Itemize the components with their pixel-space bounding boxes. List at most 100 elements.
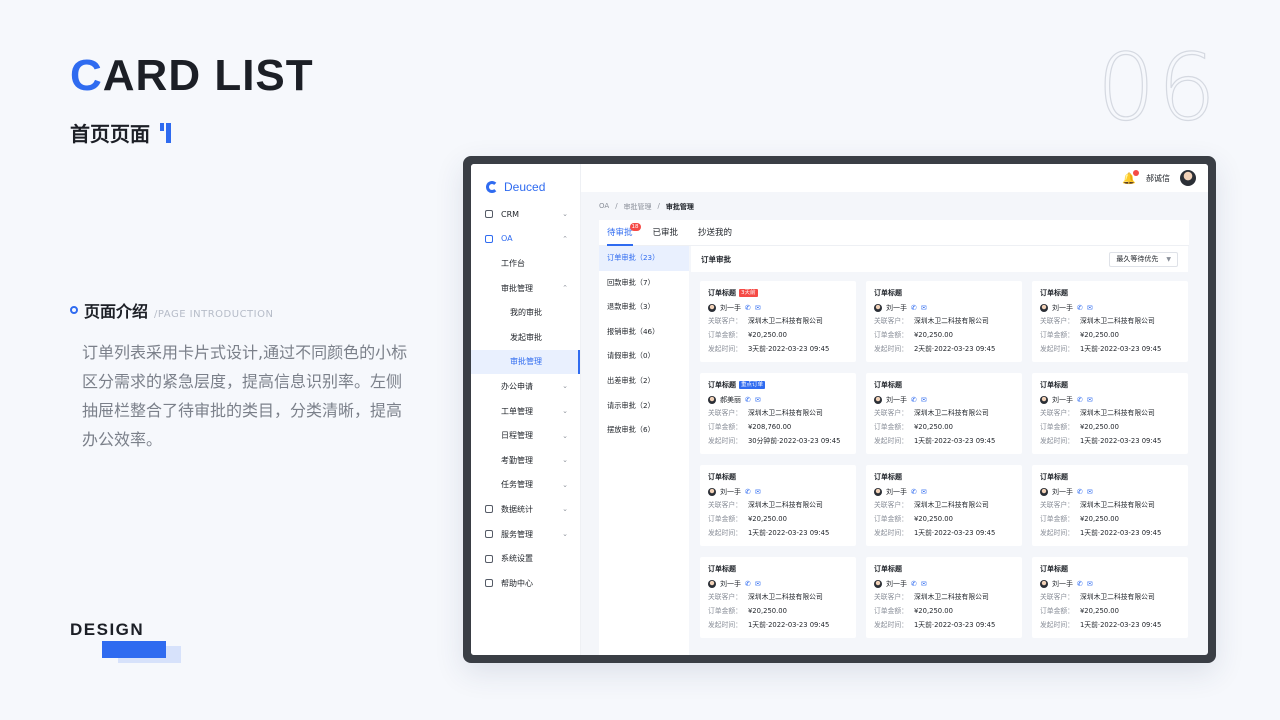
category-list: 订单审批（23） 回款审批（7） 退款审批（3） 报销审批（46） 请假审批（0） 出差审… — [599, 246, 689, 655]
mail-icon[interactable]: ✉ — [921, 396, 927, 404]
sidebar-item[interactable]: 帮助中心 — [471, 571, 580, 596]
card-header: 订单标题 — [874, 564, 1022, 574]
mail-icon[interactable]: ✉ — [1087, 304, 1093, 312]
sidebar-item[interactable]: CRM ⌄ — [471, 202, 580, 227]
sidebar-item[interactable]: OA ⌃ — [471, 227, 580, 252]
breadcrumb-item[interactable]: 审批管理 — [624, 202, 652, 212]
phone-icon[interactable]: ✆ — [911, 396, 917, 404]
field-value: ¥20,250.00 — [747, 515, 787, 523]
person-name: 刘一手 — [720, 580, 741, 588]
order-card[interactable]: 订单标题 刘一手 ✆ ✉ 关联客户： 深圳木卫二科技有限公司 订单金额： ¥20,250.00… — [866, 373, 1022, 454]
category-item[interactable]: 回款审批（7） — [599, 271, 689, 296]
tab-2[interactable]: 抄送我的 — [698, 220, 732, 246]
tab-label: 待审批 — [607, 227, 633, 238]
mail-icon[interactable]: ✉ — [1087, 396, 1093, 404]
order-card[interactable]: 订单标题 刘一手 ✆ ✉ 关联客户： 深圳木卫二科技有限公司 订单金额： ¥20,250.00… — [700, 557, 856, 638]
category-item[interactable]: 请假审批（0） — [599, 344, 689, 369]
category-item[interactable]: 退款审批（3） — [599, 295, 689, 320]
mail-icon[interactable]: ✉ — [921, 488, 927, 496]
grid-icon — [485, 210, 493, 219]
app-logo[interactable]: Deuced — [471, 164, 580, 196]
category-item[interactable]: 订单审批（23） — [599, 246, 689, 271]
category-item[interactable]: 报销审批（46） — [599, 320, 689, 345]
sidebar-item[interactable]: 数据统计 ⌄ — [471, 497, 580, 522]
sidebar-item[interactable]: 审批管理 — [471, 349, 580, 375]
mail-icon[interactable]: ✉ — [1087, 580, 1093, 588]
gear-icon — [485, 554, 493, 563]
phone-icon[interactable]: ✆ — [745, 488, 751, 496]
field-value: 深圳木卫二科技有限公司 — [1079, 501, 1155, 509]
mail-icon[interactable]: ✉ — [921, 304, 927, 312]
person-avatar — [874, 488, 882, 496]
sidebar-item[interactable]: 办公申请 ⌄ — [471, 374, 580, 399]
order-card[interactable]: 订单标题 刘一手 ✆ ✉ 关联客户： 深圳木卫二科技有限公司 订单金额： ¥20,250.00… — [1032, 465, 1188, 546]
card-header: 订单标题 — [874, 380, 1022, 390]
sidebar-item[interactable]: 发起审批 — [471, 325, 580, 350]
phone-icon[interactable]: ✆ — [1077, 304, 1083, 312]
phone-icon[interactable]: ✆ — [745, 304, 751, 312]
category-item[interactable]: 请示审批（2） — [599, 394, 689, 419]
sidebar-item[interactable]: 任务管理 ⌄ — [471, 473, 580, 498]
order-card[interactable]: 订单标题 刘一手 ✆ ✉ 关联客户： 深圳木卫二科技有限公司 订单金额： ¥20,250.00… — [866, 281, 1022, 362]
field-value: 1天前·2022-03-23 09:45 — [747, 621, 830, 629]
category-item[interactable]: 出差审批（2） — [599, 369, 689, 394]
order-card[interactable]: 订单标题 刘一手 ✆ ✉ 关联客户： 深圳木卫二科技有限公司 订单金额： ¥20,250.00… — [1032, 373, 1188, 454]
field-value: 深圳木卫二科技有限公司 — [747, 317, 823, 325]
mail-icon[interactable]: ✉ — [755, 396, 761, 404]
sidebar-item[interactable]: 工单管理 ⌄ — [471, 399, 580, 424]
order-card[interactable]: 订单标题 3天前 刘一手 ✆ ✉ 关联客户： 深圳木卫二科技有限公司 订单金额： ¥20,250… — [700, 281, 856, 362]
person-name: 刘一手 — [720, 304, 741, 312]
sidebar-item[interactable]: 系统设置 — [471, 546, 580, 571]
category-item[interactable]: 摆放审批（6） — [599, 418, 689, 443]
order-card[interactable]: 订单标题 刘一手 ✆ ✉ 关联客户： 深圳木卫二科技有限公司 订单金额： ¥20,250.00… — [866, 557, 1022, 638]
person-name: 刘一手 — [1052, 304, 1073, 312]
order-card[interactable]: 订单标题 刘一手 ✆ ✉ 关联客户： 深圳木卫二科技有限公司 订单金额： ¥20,250.00… — [866, 465, 1022, 546]
sidebar-item[interactable]: 考勤管理 ⌄ — [471, 448, 580, 473]
phone-icon[interactable]: ✆ — [911, 580, 917, 588]
field-value: 深圳木卫二科技有限公司 — [913, 593, 989, 601]
sidebar-item[interactable]: 我的审批 — [471, 300, 580, 325]
card-field-customer: 关联客户： 深圳木卫二科技有限公司 — [1040, 408, 1188, 419]
sort-label: 最久等待优先 — [1116, 255, 1159, 263]
order-card[interactable]: 订单标题 刘一手 ✆ ✉ 关联客户： 深圳木卫二科技有限公司 订单金额： ¥20,250.00… — [1032, 557, 1188, 638]
intro-heading: 页面介绍 /PAGE INTRODUCTION — [70, 298, 273, 322]
phone-icon[interactable]: ✆ — [911, 304, 917, 312]
chevron-icon: ⌄ — [562, 530, 568, 539]
phone-icon[interactable]: ✆ — [745, 396, 751, 404]
avatar[interactable] — [1180, 170, 1196, 186]
sidebar-item[interactable]: 服务管理 ⌄ — [471, 522, 580, 547]
order-card[interactable]: 订单标题 刘一手 ✆ ✉ 关联客户： 深圳木卫二科技有限公司 订单金额： ¥20,250.00… — [700, 465, 856, 546]
monitor-icon — [485, 234, 493, 243]
tab-1[interactable]: 已审批 — [653, 220, 679, 246]
user-name[interactable]: 郝诚信 — [1146, 173, 1170, 184]
field-label: 订单金额： — [1040, 331, 1074, 339]
order-card[interactable]: 订单标题 重点订单 郝美丽 ✆ ✉ 关联客户： 深圳木卫二科技有限公司 订单金额： ¥208,7… — [700, 373, 856, 454]
phone-icon[interactable]: ✆ — [911, 488, 917, 496]
tab-0[interactable]: 待审批 18 — [607, 220, 641, 246]
sidebar-item-label: 系统设置 — [501, 554, 533, 564]
card-field-time: 发起时间： 1天前·2022-03-23 09:45 — [708, 528, 856, 539]
mail-icon[interactable]: ✉ — [755, 488, 761, 496]
phone-icon[interactable]: ✆ — [1077, 580, 1083, 588]
sidebar-item[interactable]: 审批管理 ⌃ — [471, 276, 580, 301]
phone-icon[interactable]: ✆ — [1077, 396, 1083, 404]
field-label: 关联客户： — [874, 593, 908, 601]
mail-icon[interactable]: ✉ — [755, 580, 761, 588]
sidebar-item-label: 我的审批 — [510, 308, 542, 318]
field-value: 深圳木卫二科技有限公司 — [747, 501, 823, 509]
field-value: 深圳木卫二科技有限公司 — [913, 409, 989, 417]
phone-icon[interactable]: ✆ — [745, 580, 751, 588]
bell-icon[interactable]: 🔔 — [1122, 169, 1139, 185]
sidebar-item-label: 发起审批 — [510, 332, 542, 342]
mail-icon[interactable]: ✉ — [1087, 488, 1093, 496]
phone-icon[interactable]: ✆ — [1077, 488, 1083, 496]
sidebar-item[interactable]: 工作台 — [471, 251, 580, 276]
mail-icon[interactable]: ✉ — [921, 580, 927, 588]
breadcrumb-item[interactable]: OA — [599, 202, 609, 212]
sort-select[interactable]: 最久等待优先 ▼ — [1109, 251, 1178, 267]
order-card[interactable]: 订单标题 刘一手 ✆ ✉ 关联客户： 深圳木卫二科技有限公司 订单金额： ¥20,250.00… — [1032, 281, 1188, 362]
field-label: 发起时间： — [708, 529, 742, 537]
field-label: 发起时间： — [1040, 529, 1074, 537]
sidebar-item[interactable]: 日程管理 ⌄ — [471, 423, 580, 448]
mail-icon[interactable]: ✉ — [755, 304, 761, 312]
